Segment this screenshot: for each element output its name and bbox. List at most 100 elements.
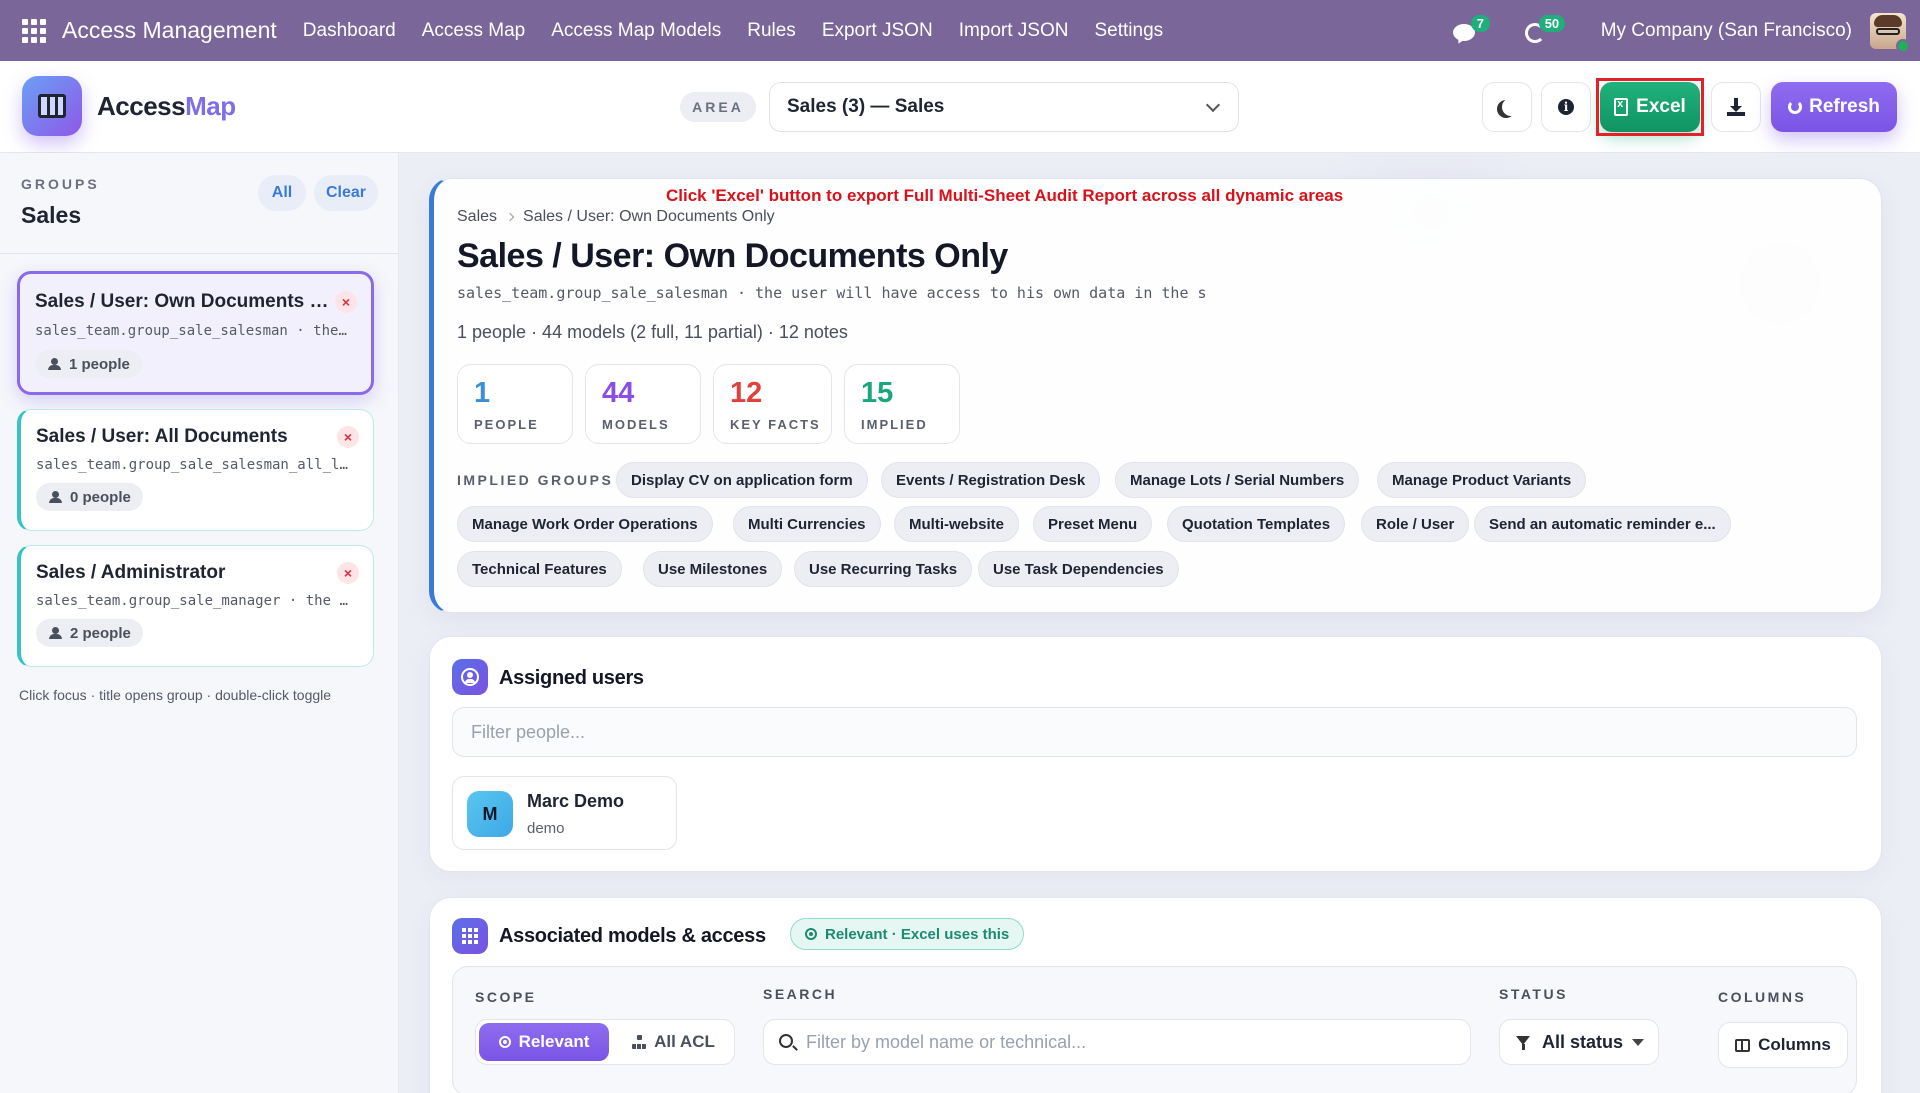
implied-chip[interactable]: Preset Menu <box>1033 506 1153 542</box>
info-icon: i <box>1558 99 1574 115</box>
implied-chip[interactable]: Manage Lots / Serial Numbers <box>1115 462 1360 498</box>
refresh-button[interactable]: Refresh <box>1771 82 1897 132</box>
implied-chip[interactable]: Use Task Dependencies <box>978 551 1179 587</box>
sidebar-divider <box>0 253 398 254</box>
group-card-title[interactable]: Sales / User: Own Documents Only <box>35 291 335 313</box>
close-icon[interactable]: × <box>337 426 359 448</box>
page-title: Sales / User: Own Documents Only <box>457 237 1008 275</box>
breadcrumb-item[interactable]: Sales <box>457 208 497 226</box>
panel-title: Assigned users <box>499 667 644 689</box>
implied-chip[interactable]: Role / User <box>1361 506 1470 542</box>
model-search-box <box>763 1019 1471 1065</box>
implied-groups-label: IMPLIED GROUPS <box>457 472 614 488</box>
group-card-all-documents[interactable]: Sales / User: All Documents × sales_team… <box>17 409 374 531</box>
chat-icon[interactable]: 7 <box>1451 14 1490 46</box>
breadcrumb: Sales Sales / User: Own Documents Only <box>457 208 775 226</box>
implied-chip[interactable]: Use Milestones <box>643 551 783 587</box>
groups-title: Sales <box>21 202 82 228</box>
moon-icon <box>1502 98 1520 116</box>
group-card-administrator[interactable]: Sales / Administrator × sales_team.group… <box>17 545 374 667</box>
columns-button[interactable]: Columns <box>1718 1022 1848 1068</box>
implied-chip[interactable]: Technical Features <box>457 551 622 587</box>
stat-key-facts[interactable]: 12 KEY FACTS <box>713 364 832 444</box>
activity-clock-icon[interactable]: 50 <box>1521 14 1566 46</box>
map-logo-icon <box>22 76 82 136</box>
info-button[interactable]: i <box>1541 82 1591 132</box>
filter-people-input[interactable] <box>452 707 1857 757</box>
model-search-input[interactable] <box>806 1020 1456 1064</box>
search-icon <box>779 1034 793 1048</box>
implied-chip[interactable]: Quotation Templates <box>1167 506 1346 542</box>
groups-sidebar: GROUPS Sales All Clear Sales / User: Own… <box>0 153 399 1093</box>
online-status-icon <box>1896 38 1910 53</box>
columns-label: COLUMNS <box>1718 989 1807 1005</box>
close-icon[interactable]: × <box>337 562 359 584</box>
chevron-down-icon <box>1205 97 1221 113</box>
group-card-title[interactable]: Sales / Administrator <box>36 562 336 584</box>
groups-label: GROUPS <box>21 176 100 192</box>
sidebar-hint: Click focus · title opens group · double… <box>19 687 332 703</box>
group-detail-card: Sales Sales / User: Own Documents Only S… <box>429 178 1882 613</box>
nav-settings[interactable]: Settings <box>1095 20 1164 42</box>
group-technical-name: sales_team.group_sale_salesman · the use… <box>457 284 1207 302</box>
app-brand[interactable]: Access Management <box>62 17 277 44</box>
area-select-value: Sales (3) — Sales <box>787 96 945 117</box>
top-navbar: Access Management Dashboard Access Map A… <box>0 0 1920 61</box>
stat-people[interactable]: 1 PEOPLE <box>457 364 573 444</box>
select-all-button[interactable]: All <box>258 175 306 211</box>
grid-icon <box>452 918 488 954</box>
scope-label: SCOPE <box>475 989 537 1005</box>
nav-dashboard[interactable]: Dashboard <box>303 20 396 42</box>
scope-relevant-button[interactable]: Relevant <box>479 1023 609 1061</box>
close-icon[interactable]: × <box>335 291 357 313</box>
implied-chip[interactable]: Multi Currencies <box>733 506 881 542</box>
assigned-users-panel: Assigned users M Marc Demo demo <box>429 636 1882 872</box>
dark-mode-button[interactable] <box>1482 82 1532 132</box>
company-switcher[interactable]: My Company (San Francisco) <box>1601 20 1852 42</box>
implied-chip[interactable]: Manage Product Variants <box>1377 462 1587 498</box>
nav-export-json[interactable]: Export JSON <box>822 20 933 42</box>
excel-highlight-box <box>1596 78 1704 136</box>
refresh-icon <box>1788 100 1803 114</box>
user-login: demo <box>527 820 565 837</box>
nav-access-map-models[interactable]: Access Map Models <box>551 20 721 42</box>
chat-count-badge: 7 <box>1470 14 1490 32</box>
chevron-right-icon <box>505 212 515 222</box>
relevant-tag: Relevant · Excel uses this <box>790 918 1025 950</box>
nav-rules[interactable]: Rules <box>747 20 796 42</box>
caret-down-icon <box>1632 1039 1644 1046</box>
apps-grid-icon[interactable] <box>22 18 46 43</box>
user-avatar[interactable] <box>1870 12 1910 53</box>
people-count-badge: 0 people <box>36 483 143 511</box>
clear-button[interactable]: Clear <box>314 175 378 211</box>
search-label: SEARCH <box>763 986 838 1002</box>
stat-implied[interactable]: 15 IMPLIED <box>844 364 960 444</box>
models-filter-bar: SCOPE SEARCH STATUS COLUMNS Relevant All… <box>452 966 1857 1093</box>
implied-chip[interactable]: Display CV on application form <box>616 462 868 498</box>
scope-all-acl-button[interactable]: All ACL <box>616 1023 731 1061</box>
filter-icon <box>1516 1036 1530 1050</box>
implied-chip[interactable]: Manage Work Order Operations <box>457 506 713 542</box>
user-circle-icon <box>452 659 488 695</box>
status-select[interactable]: All status <box>1499 1019 1659 1065</box>
group-card-own-documents[interactable]: Sales / User: Own Documents Only × sales… <box>17 271 374 395</box>
nav-import-json[interactable]: Import JSON <box>959 20 1069 42</box>
panel-title: Associated models & access <box>499 925 766 947</box>
implied-chip[interactable]: Multi-website <box>894 506 1020 542</box>
group-card-title[interactable]: Sales / User: All Documents <box>36 426 336 448</box>
nav-access-map[interactable]: Access Map <box>422 20 525 42</box>
status-label: STATUS <box>1499 986 1568 1002</box>
user-name: Marc Demo <box>527 791 625 811</box>
area-select[interactable]: Sales (3) — Sales <box>769 82 1239 132</box>
columns-icon <box>1735 1038 1751 1052</box>
implied-chip[interactable]: Use Recurring Tasks <box>794 551 973 587</box>
implied-chip[interactable]: Send an automatic reminder e... <box>1474 506 1731 542</box>
user-card[interactable]: M Marc Demo demo <box>452 776 677 850</box>
download-button[interactable] <box>1711 82 1761 132</box>
area-label: AREA <box>680 92 756 122</box>
stat-models[interactable]: 44 MODELS <box>585 364 701 444</box>
group-card-tech: sales_team.group_sale_manager · the user… <box>36 593 356 609</box>
associated-models-panel: Associated models & access Relevant · Ex… <box>429 897 1882 1093</box>
implied-chip[interactable]: Events / Registration Desk <box>881 462 1101 498</box>
people-icon <box>48 627 64 639</box>
